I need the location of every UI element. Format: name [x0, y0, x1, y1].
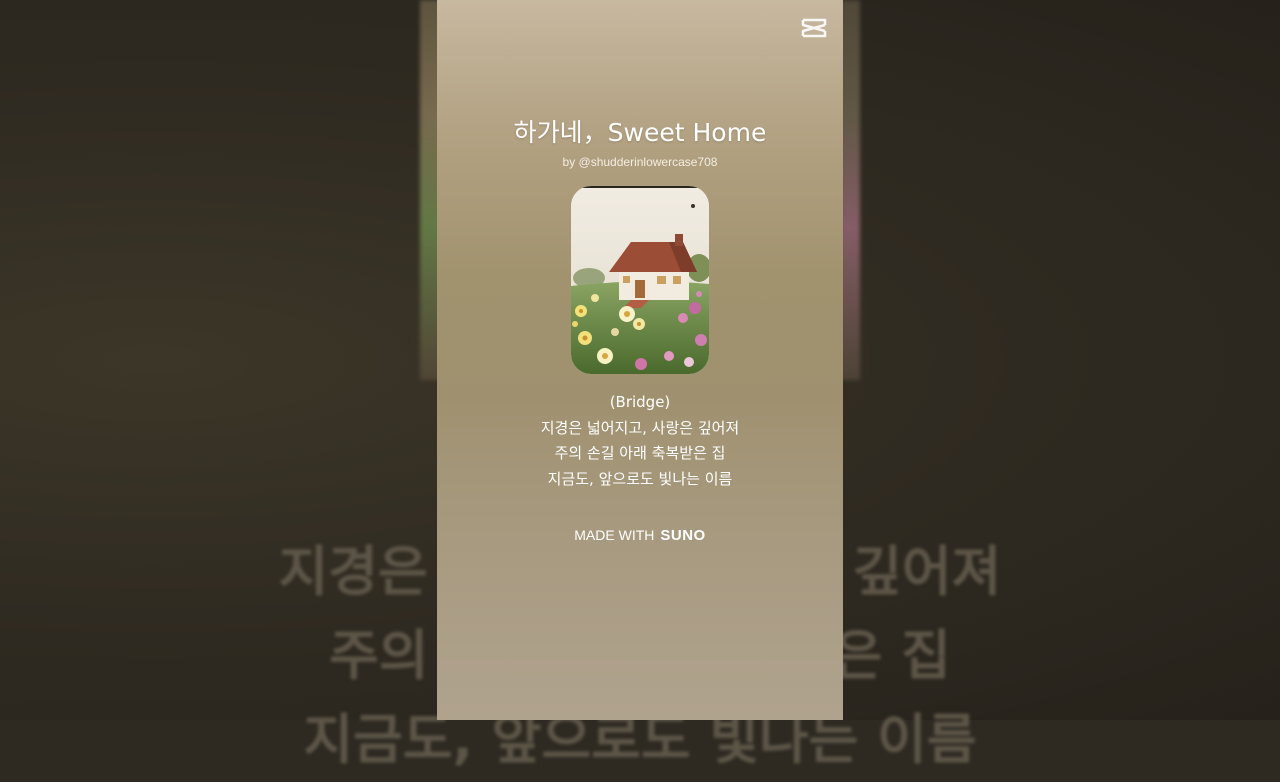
capcut-logo-icon: [801, 18, 827, 38]
album-cover-image: [571, 186, 709, 374]
lyric-section-label: (Bridge): [609, 393, 671, 411]
made-with-label: MADE WITH: [574, 527, 655, 543]
made-with-suno-badge: MADE WITH SUNO: [437, 527, 843, 544]
cottage-illustration: [571, 186, 709, 374]
song-artist: by @shudderinlowercase708: [562, 155, 718, 169]
lyric-line: 지금도, 앞으로도 빛나는 이름: [547, 469, 733, 488]
song-title: 하가네，Sweet Home: [513, 118, 767, 147]
lyric-line: 주의 손길 아래 축복받은 집: [554, 444, 726, 462]
video-panel: 하가네，Sweet Home by @shudderinlowercase708: [437, 0, 843, 720]
lyrics-block: (Bridge) 지경은 넓어지고, 사랑은 깊어져 주의 손길 아래 축복받은…: [437, 390, 843, 492]
blurred-cover-edge-right: [840, 0, 860, 380]
suno-brand: SUNO: [660, 527, 706, 544]
lyric-line: 지경은 넓어지고, 사랑은 깊어져: [540, 418, 740, 437]
